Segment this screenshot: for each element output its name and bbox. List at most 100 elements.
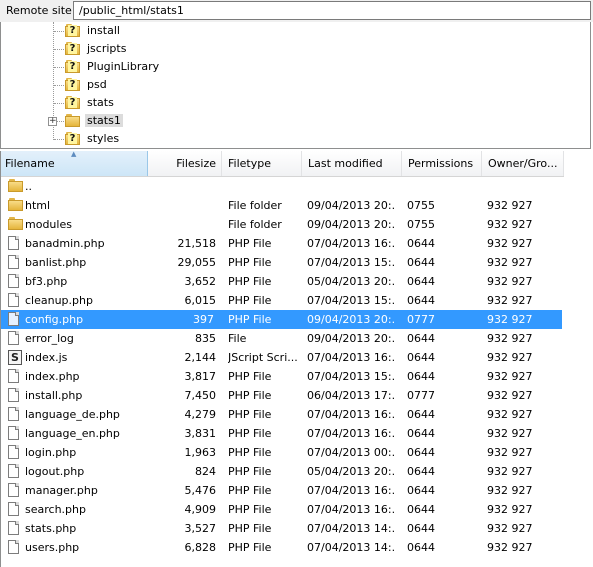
file-owner-group: 932 927 [487, 370, 533, 383]
file-last-modified: 07/04/2013 16:... [307, 427, 395, 440]
tree-item-install[interactable]: ? install [1, 22, 590, 40]
file-last-modified: 09/04/2013 20:... [307, 313, 395, 326]
tree-item-stats1[interactable]: + stats1 [1, 112, 590, 130]
tree-item-label: jscripts [87, 42, 127, 55]
file-type: PHP File [228, 541, 272, 554]
document-icon [8, 236, 19, 250]
file-size: 835 [195, 332, 216, 345]
file-row[interactable]: language_de.php 4,279 PHP File 07/04/2013 1… [1, 405, 564, 424]
file-row[interactable]: install.php 7,450 PHP File 06/04/2013 17:..… [1, 386, 564, 405]
tree-item-stats[interactable]: ? stats [1, 94, 590, 112]
document-icon [8, 521, 19, 535]
file-type: PHP File [228, 294, 272, 307]
file-name: banlist.php [25, 256, 87, 269]
file-last-modified: 09/04/2013 20:... [307, 332, 395, 345]
file-size: 5,476 [184, 484, 217, 497]
file-size: 3,527 [184, 522, 217, 535]
file-row[interactable]: index.php 3,817 PHP File 07/04/2013 15:... 0… [1, 367, 564, 386]
remote-directory-tree[interactable]: ? install? jscripts? PluginLibrary? psd? stat… [0, 22, 591, 149]
column-header-filename[interactable]: ▲ Filename [1, 151, 148, 176]
unknown-folder-icon: ? [65, 132, 80, 145]
file-size: 2,144 [184, 351, 217, 364]
unknown-folder-icon: ? [65, 78, 80, 91]
file-name: index.php [25, 370, 80, 383]
column-header-filetype[interactable]: Filetype [222, 151, 302, 176]
expand-icon[interactable]: + [48, 117, 57, 126]
file-row[interactable]: config.php 397 PHP File 09/04/2013 20:... 07… [1, 310, 562, 329]
document-icon [8, 255, 19, 269]
tree-item-jscripts[interactable]: ? jscripts [1, 40, 590, 58]
folder-icon [8, 217, 23, 230]
file-name: install.php [25, 389, 83, 402]
tree-item-label: stats [87, 96, 114, 109]
file-last-modified: 06/04/2013 17:... [307, 389, 395, 402]
file-owner-group: 932 927 [487, 218, 533, 231]
file-name: search.php [25, 503, 86, 516]
file-row[interactable]: search.php 4,909 PHP File 07/04/2013 16:...… [1, 500, 564, 519]
folder-icon [8, 179, 23, 192]
file-owner-group: 932 927 [487, 199, 533, 212]
file-last-modified: 07/04/2013 16:... [307, 484, 395, 497]
file-type: PHP File [228, 256, 272, 269]
tree-connector [54, 49, 64, 50]
document-icon [8, 388, 19, 402]
file-row[interactable]: Sindex.js 2,144 JScript Scri... 07/04/2013 … [1, 348, 564, 367]
file-type: PHP File [228, 370, 272, 383]
tree-item-pluginlibrary[interactable]: ? PluginLibrary [1, 58, 590, 76]
file-size: 1,963 [184, 446, 217, 459]
tree-item-psd[interactable]: ? psd [1, 76, 590, 94]
file-row[interactable]: users.php 6,828 PHP File 07/04/2013 14:... 0… [1, 538, 564, 557]
file-row[interactable]: manager.php 5,476 PHP File 07/04/2013 16:..… [1, 481, 564, 500]
file-permissions: 0644 [407, 408, 435, 421]
column-header-owner-group[interactable]: Owner/Gro... [482, 151, 564, 176]
file-row[interactable]: language_en.php 3,831 PHP File 07/04/2013 1… [1, 424, 564, 443]
tree-item-styles[interactable]: ? styles [1, 130, 590, 148]
file-last-modified: 07/04/2013 16:... [307, 408, 395, 421]
file-last-modified: 07/04/2013 00:... [307, 446, 395, 459]
remote-site-path-input[interactable]: /public_html/stats1 [73, 1, 591, 20]
column-header-last-modified[interactable]: Last modified [302, 151, 402, 176]
tree-item-label: styles [87, 132, 120, 145]
tree-connector [54, 31, 64, 32]
unknown-folder-icon: ? [65, 96, 80, 109]
file-size: 397 [193, 313, 214, 326]
column-header-permissions[interactable]: Permissions [402, 151, 482, 176]
file-name: users.php [25, 541, 80, 554]
file-owner-group: 932 927 [487, 313, 533, 326]
file-row[interactable]: html File folder 09/04/2013 20:... 0755 932 … [1, 196, 564, 215]
tree-item-label: install [87, 24, 120, 37]
file-row[interactable]: banlist.php 29,055 PHP File 07/04/2013 15:.… [1, 253, 564, 272]
file-size: 6,015 [184, 294, 217, 307]
file-row[interactable]: .. [1, 177, 564, 196]
file-size: 6,828 [184, 541, 217, 554]
unknown-folder-icon: ? [65, 60, 80, 73]
file-permissions: 0644 [407, 237, 435, 250]
file-row[interactable]: modules File folder 09/04/2013 20:... 0755 9… [1, 215, 564, 234]
unknown-folder-icon: ? [65, 42, 80, 55]
file-owner-group: 932 927 [487, 408, 533, 421]
file-name: config.php [25, 313, 84, 326]
file-last-modified: 05/04/2013 20:... [307, 275, 395, 288]
file-name: html [25, 199, 51, 212]
file-size: 824 [195, 465, 216, 478]
file-row[interactable]: login.php 1,963 PHP File 07/04/2013 00:... 0… [1, 443, 564, 462]
file-name: cleanup.php [25, 294, 93, 307]
file-row[interactable]: cleanup.php 6,015 PHP File 07/04/2013 15:..… [1, 291, 564, 310]
document-icon [8, 293, 19, 307]
column-header-filesize[interactable]: Filesize [148, 151, 222, 176]
file-row[interactable]: stats.php 3,527 PHP File 07/04/2013 14:... 0… [1, 519, 564, 538]
file-type: PHP File [228, 389, 272, 402]
file-row[interactable]: bf3.php 3,652 PHP File 05/04/2013 20:... 064… [1, 272, 564, 291]
file-type: PHP File [228, 522, 272, 535]
document-icon [8, 540, 19, 554]
file-type: PHP File [228, 427, 272, 440]
file-type: PHP File [228, 484, 272, 497]
file-size: 4,279 [184, 408, 217, 421]
file-last-modified: 05/04/2013 20:... [307, 465, 395, 478]
file-row[interactable]: error_log 835 File 09/04/2013 20:... 0644 932… [1, 329, 564, 348]
file-permissions: 0644 [407, 446, 435, 459]
file-row[interactable]: logout.php 824 PHP File 05/04/2013 20:... 06… [1, 462, 564, 481]
remote-file-list[interactable]: ▲ Filename Filesize Filetype Last modifi… [0, 151, 564, 567]
file-row[interactable]: banadmin.php 21,518 PHP File 07/04/2013 16:… [1, 234, 564, 253]
file-permissions: 0644 [407, 522, 435, 535]
